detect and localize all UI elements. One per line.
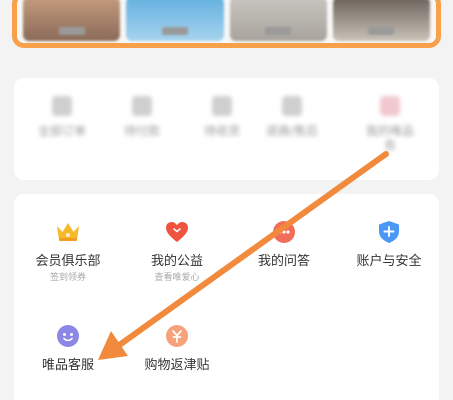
shortcut-label: 全部订单 [37,124,86,138]
banner-thumbnail[interactable] [332,0,430,41]
crown-icon [54,218,82,246]
service-qa[interactable]: 我的问答 [234,218,334,270]
banner-thumbnail[interactable] [23,0,121,41]
service-allowance[interactable]: 购物返津贴 [127,322,227,374]
shortcut-label: 退换/售后 [265,124,319,138]
thumbnail-caption [161,27,188,35]
order-shortcuts-card: 全部订单 待付款 待收货 退换/售后 我的唯品 会 [14,78,439,180]
shortcut-label: 待付款 [123,124,160,138]
wallet-icon [132,96,152,116]
truck-icon [212,96,232,116]
service-charity[interactable]: 我的公益 查看唯爱心 [127,218,227,284]
thumbnail-caption [368,27,395,35]
service-label: 我的公益 [150,254,203,269]
shortcut-item[interactable]: 退换/售后 [252,96,332,138]
service-label: 账户与安全 [356,254,422,269]
shortcut-item[interactable]: 我的唯品 会 [350,96,430,152]
customer-service-icon [54,322,82,350]
return-icon [282,96,302,116]
services-card: 会员俱乐部 签到领券 我的公益 查看唯爱心 我的问答 账户与安全 唯品客服 购物… [14,194,439,400]
service-sublabel: 签到领券 [49,273,86,283]
shortcut-label: 待收货 [203,124,240,138]
service-sublabel: 查看唯爱心 [154,273,200,283]
vip-icon [380,96,400,116]
service-label: 购物返津贴 [144,358,210,373]
shortcut-item[interactable]: 全部订单 [22,96,102,138]
allowance-icon [163,322,191,350]
banner-thumbnails [23,0,430,41]
service-account-security[interactable]: 账户与安全 [339,218,439,270]
heart-icon [163,218,191,246]
featured-banner [12,0,441,48]
service-customer-service[interactable]: 唯品客服 [18,322,118,374]
qa-icon [270,218,298,246]
thumbnail-caption [265,27,292,35]
shortcut-item[interactable]: 待收货 [182,96,262,138]
service-label: 会员俱乐部 [35,254,101,269]
service-label: 我的问答 [257,254,310,269]
service-member-club[interactable]: 会员俱乐部 签到领券 [18,218,118,284]
shield-icon [375,218,403,246]
order-icon [52,96,72,116]
service-label: 唯品客服 [41,358,94,373]
thumbnail-caption [58,27,85,35]
banner-thumbnail[interactable] [229,0,327,41]
shortcut-label: 我的唯品 会 [365,124,414,152]
shortcut-item[interactable]: 待付款 [102,96,182,138]
banner-thumbnail[interactable] [126,0,224,41]
